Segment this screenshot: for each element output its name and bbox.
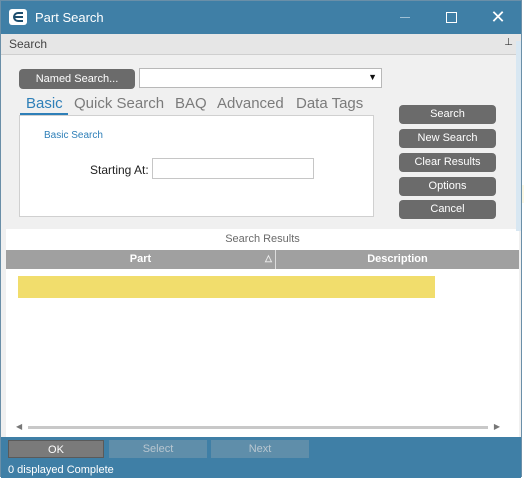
horizontal-scrollbar[interactable]: ◀ ▶	[12, 422, 502, 432]
chevron-down-icon[interactable]: ▼	[368, 72, 377, 82]
maximize-icon[interactable]	[428, 1, 474, 34]
select-button[interactable]: Select	[109, 440, 207, 458]
search-panel-header: Search ⊥	[1, 34, 521, 55]
tab-baq[interactable]: BAQ	[175, 95, 207, 112]
scroll-right-icon[interactable]: ▶	[494, 422, 500, 431]
named-search-combo[interactable]: ▼	[139, 68, 382, 88]
close-icon[interactable]: ✕	[475, 1, 521, 34]
basic-search-link: Basic Search	[44, 130, 103, 141]
title-bar[interactable]: Part Search ✕	[1, 1, 521, 34]
dialog-button-bar: OK Select Next	[1, 437, 521, 461]
tab-quick-search[interactable]: Quick Search	[74, 95, 164, 112]
app-logo-icon	[9, 9, 27, 25]
ok-button[interactable]: OK	[8, 440, 104, 458]
search-panel-title: Search	[9, 37, 48, 51]
tab-data-tags[interactable]: Data Tags	[296, 95, 363, 112]
starting-at-input[interactable]	[152, 158, 314, 179]
clear-results-button[interactable]: Clear Results	[399, 153, 496, 172]
selected-row[interactable]	[18, 276, 435, 298]
search-results-title: Search Results	[225, 233, 300, 245]
next-button[interactable]: Next	[211, 440, 309, 458]
scroll-left-icon[interactable]: ◀	[16, 422, 22, 431]
minimize-icon[interactable]	[381, 1, 427, 34]
search-button[interactable]: Search	[399, 105, 496, 124]
sort-ascending-icon[interactable]: △	[265, 253, 272, 264]
column-header-description-label: Description	[367, 253, 428, 265]
new-search-button[interactable]: New Search	[399, 129, 496, 148]
pin-icon[interactable]: ⊥	[504, 37, 513, 48]
background-scrollbar	[516, 41, 521, 231]
scroll-track[interactable]	[28, 426, 488, 429]
search-results-area: Search Results Part △ Description ◀ ▶	[6, 229, 519, 437]
column-header-part-label: Part	[129, 253, 152, 265]
status-text: 0 displayed Complete	[8, 464, 114, 476]
tab-basic[interactable]: Basic	[26, 95, 63, 112]
starting-at-label: Starting At:	[90, 163, 149, 177]
column-header-part[interactable]: Part	[6, 250, 276, 269]
window-title: Part Search	[35, 10, 104, 25]
cancel-button[interactable]: Cancel	[399, 200, 496, 219]
column-header-description[interactable]: Description	[276, 250, 519, 269]
named-search-button[interactable]: Named Search...	[19, 69, 135, 89]
tab-advanced[interactable]: Advanced	[217, 95, 284, 112]
basic-search-panel: Basic Search Starting At:	[19, 115, 374, 217]
status-bar: 0 displayed Complete	[1, 461, 521, 478]
options-button[interactable]: Options	[399, 177, 496, 196]
results-grid-header: Part △ Description	[6, 250, 519, 269]
part-search-dialog: Part Search ✕ Search ⊥ Named Search... ▼…	[0, 0, 522, 478]
